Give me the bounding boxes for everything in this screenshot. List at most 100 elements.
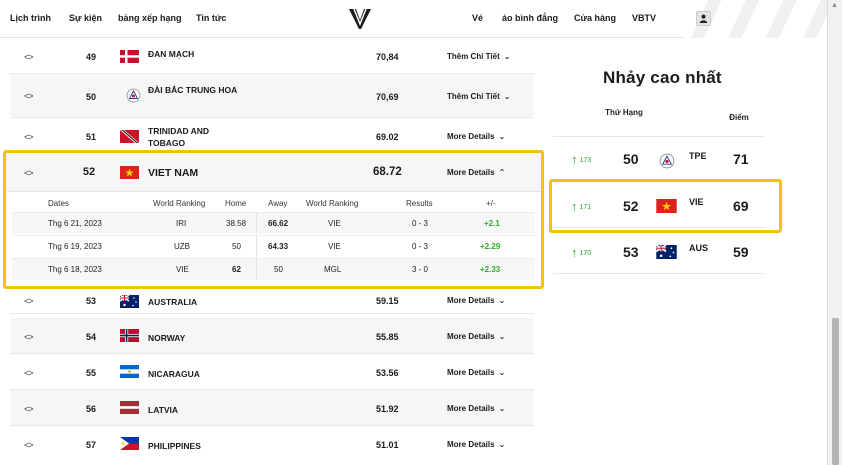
row-rank: 54 bbox=[85, 332, 96, 342]
more-details-button[interactable]: Thêm Chi Tiết ⌄ bbox=[447, 52, 510, 61]
highlight-frame bbox=[549, 179, 782, 233]
current-rank: 50 bbox=[623, 151, 639, 167]
row-rank: 56 bbox=[85, 404, 96, 414]
row-points: 70,69 bbox=[376, 92, 399, 102]
top-nav: Lịch trình Sự kiện bảng xếp hạng Tin tức… bbox=[0, 0, 842, 38]
previous-rank-value: 173 bbox=[579, 157, 592, 164]
previous-rank-value: 170 bbox=[579, 250, 592, 257]
more-details-button[interactable]: More Details ⌄ bbox=[447, 404, 505, 413]
jump-score: 59 bbox=[733, 244, 749, 260]
row-country: NORWAY bbox=[148, 333, 186, 343]
more-details-label: More Details bbox=[447, 332, 495, 341]
row-rank: 55 bbox=[85, 368, 96, 378]
chevron-down-icon: ⌄ bbox=[498, 440, 506, 449]
more-details-label: More Details bbox=[447, 404, 495, 413]
expand-icon[interactable]: <> bbox=[24, 404, 33, 414]
table-row[interactable]: <> 56 LATVIA 51.92 More Details ⌄ bbox=[10, 390, 534, 426]
table-row[interactable]: <> 55 NICARAGUA 53.56 More Details ⌄ bbox=[10, 354, 534, 390]
row-country: ĐÀI BẮC TRUNG HOA bbox=[148, 85, 238, 95]
more-details-button[interactable]: More Details ⌄ bbox=[447, 368, 505, 377]
vertical-scrollbar[interactable]: ▲ bbox=[827, 0, 842, 465]
row-country: PHILIPPINES bbox=[148, 441, 201, 451]
expand-icon[interactable]: <> bbox=[24, 296, 33, 306]
expand-icon[interactable]: <> bbox=[24, 91, 33, 101]
row-country: TRINIDAD AND TOBAGO bbox=[148, 126, 210, 148]
chevron-down-icon: ⌄ bbox=[498, 332, 506, 341]
table-row[interactable]: <> 53 AUSTRALIA 59.15 More Details ⌄ bbox=[10, 290, 534, 314]
expand-icon[interactable]: <> bbox=[24, 368, 33, 378]
more-details-button[interactable]: More Details ⌄ bbox=[447, 132, 505, 141]
trinidad-flag-icon bbox=[120, 130, 139, 143]
row-rank: 51 bbox=[85, 132, 96, 142]
more-details-label: More Details bbox=[447, 440, 495, 449]
more-details-label: More Details bbox=[447, 368, 495, 377]
user-account-button[interactable] bbox=[696, 11, 711, 26]
table-row[interactable]: <> 51 TRINIDAD AND TOBAGO 69.02 More Det… bbox=[10, 118, 534, 153]
col-header-score: Điểm bbox=[729, 113, 749, 122]
user-icon bbox=[699, 14, 708, 23]
nav-link-events[interactable]: Sự kiện bbox=[69, 13, 102, 23]
more-details-label: Thêm Chi Tiết bbox=[447, 52, 500, 61]
chevron-down-icon: ⌄ bbox=[498, 132, 506, 141]
more-details-button[interactable]: More Details ⌄ bbox=[447, 296, 505, 305]
nav-link-tickets[interactable]: Vé bbox=[472, 13, 483, 23]
row-country: NICARAGUA bbox=[148, 369, 200, 379]
chevron-down-icon: ⌄ bbox=[503, 92, 511, 101]
volleyball-world-logo-icon[interactable] bbox=[348, 8, 372, 30]
norway-flag-icon bbox=[120, 329, 139, 342]
row-country: LATVIA bbox=[148, 405, 179, 415]
row-rank: 57 bbox=[85, 440, 96, 450]
chevron-down-icon: ⌄ bbox=[498, 404, 506, 413]
philippines-flag-icon bbox=[120, 437, 139, 450]
table-row[interactable]: <> 50 ĐÀI BẮC TRUNG HOA 70,69 Thêm Chi T… bbox=[10, 74, 534, 118]
row-country: ĐAN MẠCH bbox=[148, 49, 195, 59]
row-points: 51.01 bbox=[376, 440, 399, 450]
nav-link-news[interactable]: Tin tức bbox=[196, 13, 226, 23]
row-points: 70,84 bbox=[376, 52, 399, 62]
arrow-up-icon: ↑ bbox=[571, 152, 578, 167]
australia-flag-icon bbox=[656, 245, 677, 259]
nav-link-schedule[interactable]: Lịch trình bbox=[10, 13, 51, 23]
more-details-label: More Details bbox=[447, 132, 495, 141]
previous-rank: ↑ 173 bbox=[571, 152, 591, 167]
expand-icon[interactable]: <> bbox=[24, 132, 33, 142]
nav-link-rankings[interactable]: bảng xếp hạng bbox=[118, 13, 182, 23]
arrow-up-icon: ↑ bbox=[571, 245, 578, 260]
previous-rank: ↑ 170 bbox=[571, 245, 591, 260]
latvia-flag-icon bbox=[120, 401, 139, 414]
more-details-button[interactable]: More Details ⌄ bbox=[447, 332, 505, 341]
scroll-up-icon[interactable]: ▲ bbox=[831, 2, 838, 9]
chinese-taipei-flag-icon bbox=[126, 88, 141, 103]
country-code: AUS bbox=[689, 243, 709, 253]
jump-row: ↑ 170 53 AUS 59 bbox=[553, 228, 765, 274]
chevron-down-icon: ⌄ bbox=[503, 52, 511, 61]
nav-link-shop[interactable]: Cửa hàng bbox=[574, 13, 616, 23]
more-details-button[interactable]: More Details ⌄ bbox=[447, 440, 505, 449]
nav-link-vbtv[interactable]: VBTV bbox=[632, 13, 656, 23]
denmark-flag-icon bbox=[120, 50, 139, 63]
expand-icon[interactable]: <> bbox=[24, 52, 33, 62]
panel-title: Nhảy cao nhất bbox=[603, 68, 722, 87]
table-row[interactable]: <> 57 PHILIPPINES 51.01 More Details ⌄ bbox=[10, 426, 534, 465]
country-code: TPE bbox=[689, 151, 707, 161]
row-points: 53.56 bbox=[376, 368, 399, 378]
jump-row: ↑ 173 50 TPE 71 bbox=[553, 136, 765, 182]
nav-link-equality-shirt[interactable]: áo bình đẳng bbox=[502, 13, 558, 23]
chevron-down-icon: ⌄ bbox=[498, 368, 506, 377]
current-rank: 53 bbox=[623, 244, 639, 260]
australia-flag-icon bbox=[120, 295, 139, 308]
row-rank: 50 bbox=[85, 92, 96, 102]
chinese-taipei-flag-icon bbox=[659, 153, 675, 169]
expand-icon[interactable]: <> bbox=[24, 332, 33, 342]
row-points: 51.92 bbox=[376, 404, 399, 414]
row-rank: 49 bbox=[85, 52, 96, 62]
expand-icon[interactable]: <> bbox=[24, 440, 33, 450]
more-details-label: More Details bbox=[447, 296, 495, 305]
highlight-frame bbox=[3, 150, 544, 289]
jump-score: 71 bbox=[733, 151, 749, 167]
table-row[interactable]: <> 54 NORWAY 55.85 More Details ⌄ bbox=[10, 318, 534, 354]
more-details-button[interactable]: Thêm Chi Tiết ⌄ bbox=[447, 92, 510, 101]
row-points: 69.02 bbox=[376, 132, 399, 142]
table-row[interactable]: <> 49 ĐAN MẠCH 70,84 Thêm Chi Tiết ⌄ bbox=[10, 38, 534, 74]
scrollbar-thumb[interactable] bbox=[832, 318, 839, 465]
